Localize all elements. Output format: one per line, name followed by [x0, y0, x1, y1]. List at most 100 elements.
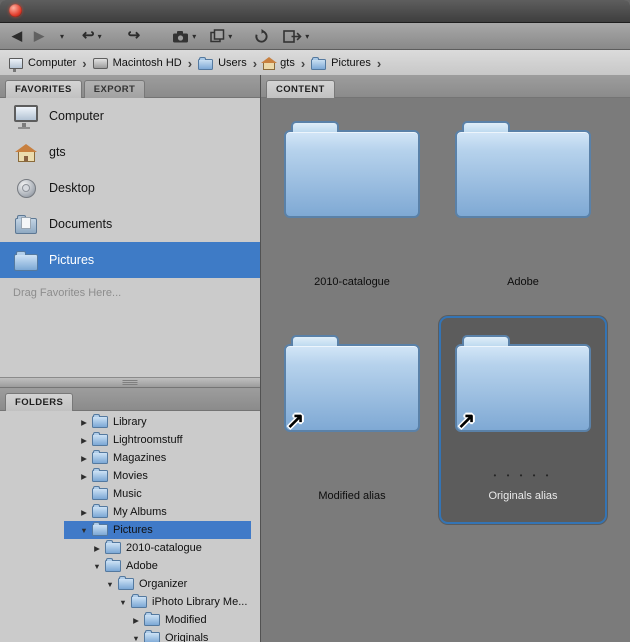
folder-tile-label: Modified alias [318, 490, 385, 502]
copy-items-button[interactable]: ▾ [210, 25, 232, 47]
disclosure-expanded-icon[interactable]: ▼ [130, 634, 142, 642]
disclosure-expanded-icon[interactable]: ▼ [117, 598, 129, 607]
folder-tile-label: Adobe [507, 276, 539, 288]
breadcrumb-item-pictures[interactable]: Pictures [311, 57, 371, 70]
breadcrumb-label: Users [218, 57, 247, 69]
home-icon [263, 62, 275, 70]
tree-label: My Albums [113, 506, 167, 518]
tree-row-modified[interactable]: ▶ Modified [0, 611, 260, 629]
chevron-down-icon: ▾ [98, 32, 102, 41]
content-grid: 2010-catalogue Adobe ↗ Modified alias [261, 98, 630, 642]
breadcrumb-item-macintosh-hd[interactable]: Macintosh HD [93, 57, 182, 69]
back-button[interactable]: ◀ [12, 25, 22, 47]
camera-icon [172, 30, 189, 43]
folder-tile-2010-catalogue[interactable]: 2010-catalogue [270, 104, 434, 308]
disclosure-expanded-icon[interactable]: ▼ [78, 526, 90, 535]
disclosure-collapsed-icon[interactable]: ▶ [78, 508, 90, 517]
close-button[interactable] [9, 4, 22, 17]
chevron-down-icon: ▾ [228, 32, 232, 41]
favorite-item-pictures[interactable]: Pictures [0, 242, 260, 278]
tree-row-magazines[interactable]: ▶ Magazines [0, 449, 260, 467]
chevron-down-icon: ▾ [192, 32, 196, 41]
documents-icon [15, 218, 37, 234]
favorite-item-documents[interactable]: Documents [0, 206, 260, 242]
breadcrumb-item-gts[interactable]: gts [263, 57, 295, 70]
disclosure-expanded-icon[interactable]: ▼ [104, 580, 116, 589]
disclosure-collapsed-icon[interactable]: ▶ [78, 472, 90, 481]
folder-icon [92, 506, 108, 518]
folder-icon [92, 452, 108, 464]
tree-label: Movies [113, 470, 148, 482]
tree-row-organizer[interactable]: ▼ Organizer [0, 575, 260, 593]
tab-favorites[interactable]: FAVORITES [5, 80, 82, 98]
folder-tile-modified-alias[interactable]: ↗ Modified alias [270, 318, 434, 522]
disclosure-collapsed-icon[interactable]: ▶ [130, 616, 142, 625]
tree-label: Magazines [113, 452, 166, 464]
sidebar: FAVORITES EXPORT Computer gts Desktop [0, 75, 261, 642]
disclosure-collapsed-icon[interactable]: ▶ [78, 454, 90, 463]
tree-row-library[interactable]: ▶ Library [0, 413, 260, 431]
tree-row-music[interactable]: Music [0, 485, 260, 503]
tab-folders[interactable]: FOLDERS [5, 393, 73, 411]
forward-button[interactable]: ▶ [34, 25, 44, 47]
breadcrumb-label: Computer [28, 57, 76, 69]
tree-label: Modified [165, 614, 207, 626]
favorite-item-desktop[interactable]: Desktop [0, 170, 260, 206]
folder-icon [311, 59, 326, 70]
panel-splitter[interactable] [0, 377, 260, 388]
alias-arrow-icon: ↗ [286, 410, 304, 432]
refresh-button[interactable] [254, 25, 269, 47]
go-menu-button[interactable]: ▾ [57, 25, 64, 47]
breadcrumb-label: Macintosh HD [113, 57, 182, 69]
tree-row-movies[interactable]: ▶ Movies [0, 467, 260, 485]
tree-label: Library [113, 416, 147, 428]
folder-icon [118, 578, 134, 590]
breadcrumb-item-users[interactable]: Users [198, 57, 247, 70]
favorites-panel: Computer gts Desktop Documents Pictures [0, 98, 260, 377]
chevron-right-icon: › [188, 56, 192, 71]
tree-label: 2010-catalogue [126, 542, 202, 554]
output-icon [283, 30, 302, 43]
desktop-icon [17, 179, 36, 198]
breadcrumb-item-computer[interactable]: Computer [9, 57, 76, 69]
alias-arrow-icon: ↗ [457, 410, 475, 432]
content-pane: CONTENT 2010-catalogue Adobe [261, 75, 630, 642]
tree-row-2010-catalogue[interactable]: ▶ 2010-catalogue [0, 539, 260, 557]
disclosure-collapsed-icon[interactable]: ▶ [78, 436, 90, 445]
title-bar[interactable] [0, 0, 630, 23]
breadcrumb: Computer › Macintosh HD › Users › gts › … [0, 50, 630, 77]
favorite-label: Documents [49, 217, 112, 231]
disclosure-collapsed-icon[interactable]: ▶ [78, 418, 90, 427]
folder-icon [144, 614, 160, 626]
undo-arrow-button[interactable]: ↪ [128, 25, 141, 47]
folder-icon [92, 524, 108, 536]
tree-row-originals[interactable]: ▼ Originals [0, 629, 260, 642]
favorite-item-gts[interactable]: gts [0, 134, 260, 170]
tab-export[interactable]: EXPORT [84, 80, 145, 98]
folder-tile-originals-alias[interactable]: ↗ • • • • • Originals alias [439, 316, 607, 524]
tree-row-iphoto-library[interactable]: ▼ iPhoto Library Me... [0, 593, 260, 611]
disclosure-collapsed-icon[interactable]: ▶ [91, 544, 103, 553]
tree-row-pictures[interactable]: ▼ Pictures [0, 521, 260, 539]
tree-row-adobe[interactable]: ▼ Adobe [0, 557, 260, 575]
breadcrumb-label: Pictures [331, 57, 371, 69]
computer-icon [14, 105, 38, 122]
tree-row-my-albums[interactable]: ▶ My Albums [0, 503, 260, 521]
tree-label: Pictures [113, 524, 153, 536]
favorite-item-computer[interactable]: Computer [0, 98, 260, 134]
disclosure-expanded-icon[interactable]: ▼ [91, 562, 103, 571]
tree-label: Music [113, 488, 142, 500]
folders-tab-strip: FOLDERS [0, 388, 260, 411]
camera-import-button[interactable]: ▾ [172, 25, 196, 47]
folder-icon [105, 542, 121, 554]
folder-tile-label: 2010-catalogue [314, 276, 390, 288]
bridge-window: ◀ ▶ ▾ ↩▾ ↪ ▾ ▾ ▾ Computer › Macintosh HD [0, 0, 630, 642]
output-button[interactable]: ▾ [283, 25, 309, 47]
tab-content[interactable]: CONTENT [266, 80, 335, 98]
return-to-photoshop-button[interactable]: ↩▾ [82, 25, 102, 47]
folder-icon [92, 434, 108, 446]
chevron-right-icon: › [301, 56, 305, 71]
folder-tile-adobe[interactable]: Adobe [441, 104, 605, 308]
favorite-label: Pictures [49, 253, 94, 267]
tree-row-lightroomstuff[interactable]: ▶ Lightroomstuff [0, 431, 260, 449]
